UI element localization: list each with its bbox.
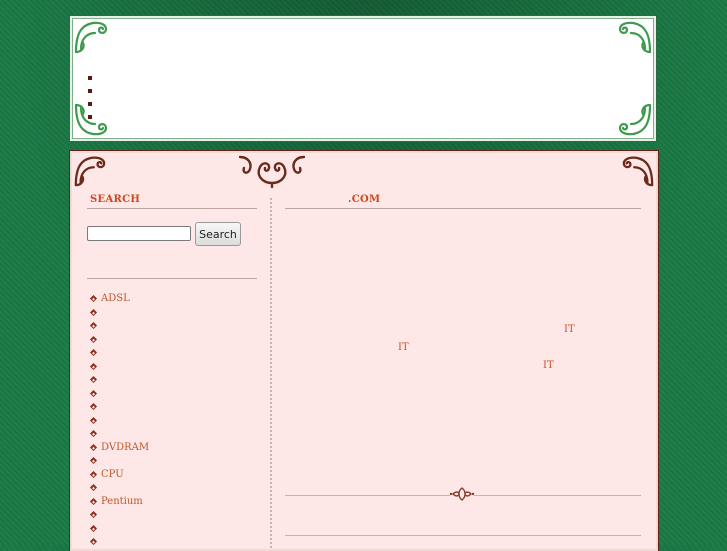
corner-ornament-icon (617, 102, 653, 138)
list-item[interactable] (89, 481, 149, 495)
diamond-bullet-icon (89, 375, 98, 384)
divider (87, 208, 257, 209)
diamond-bullet-icon (89, 456, 98, 465)
top-nav (88, 72, 128, 124)
list-item[interactable] (89, 400, 149, 414)
category-link[interactable]: Pentium (101, 496, 143, 507)
search-heading: SEARCH (90, 194, 141, 205)
list-item[interactable] (89, 373, 149, 387)
list-item[interactable] (89, 360, 149, 374)
list-item[interactable] (89, 508, 149, 522)
list-item[interactable]: DVDRAM (89, 441, 149, 455)
list-item[interactable] (89, 522, 149, 536)
search-button[interactable]: Search (195, 222, 241, 246)
diamond-bullet-icon (89, 537, 98, 546)
list-item[interactable] (89, 346, 149, 360)
diamond-bullet-icon (89, 483, 98, 492)
category-list: ADSL DVDRAM CPU Pentium (89, 292, 149, 549)
nav-item[interactable] (88, 85, 128, 98)
diamond-bullet-icon (89, 510, 98, 519)
diamond-bullet-icon (89, 429, 98, 438)
it-link[interactable]: IT (398, 342, 409, 353)
diamond-bullet-icon (89, 335, 98, 343)
diamond-bullet-icon (89, 362, 98, 370)
diamond-bullet-icon (89, 348, 98, 357)
divider (285, 208, 641, 209)
header-banner (69, 15, 657, 142)
it-link[interactable]: IT (543, 360, 554, 371)
list-item[interactable]: CPU (89, 468, 149, 482)
it-link[interactable]: IT (564, 324, 575, 335)
list-item[interactable] (89, 387, 149, 401)
nav-item[interactable] (88, 98, 128, 111)
corner-ornament-icon (73, 19, 109, 55)
content-panel: SEARCH Search ADSL DVDRAM CPU Pentium .C… (69, 150, 659, 551)
list-item[interactable]: Pentium (89, 495, 149, 509)
flourish-ornament-icon (448, 485, 476, 503)
divider (87, 278, 257, 279)
scroll-ornament-icon (238, 153, 306, 189)
list-item[interactable] (89, 427, 149, 441)
list-item[interactable] (89, 306, 149, 320)
diamond-bullet-icon (89, 497, 98, 505)
search-input[interactable] (87, 226, 191, 241)
list-item[interactable] (89, 319, 149, 333)
list-item[interactable] (89, 454, 149, 468)
diamond-bullet-icon (89, 443, 98, 451)
list-item[interactable] (89, 333, 149, 347)
column-divider (270, 198, 272, 548)
diamond-bullet-icon (89, 416, 98, 424)
list-item[interactable]: ADSL (89, 292, 149, 306)
corner-ornament-icon (617, 19, 653, 55)
diamond-bullet-icon (89, 402, 98, 411)
nav-item[interactable] (88, 111, 128, 124)
corner-ornament-icon (621, 154, 655, 188)
category-link[interactable]: CPU (101, 469, 124, 480)
divider (285, 535, 641, 536)
diamond-bullet-icon (89, 470, 98, 478)
category-link[interactable]: ADSL (101, 293, 130, 304)
category-link[interactable]: DVDRAM (101, 442, 149, 453)
post-title[interactable]: .COM (348, 194, 380, 205)
nav-item[interactable] (88, 72, 128, 85)
list-item[interactable] (89, 535, 149, 549)
diamond-bullet-icon (89, 524, 98, 532)
diamond-bullet-icon (89, 389, 98, 397)
diamond-bullet-icon (89, 321, 98, 330)
corner-ornament-icon (73, 154, 107, 188)
diamond-bullet-icon (89, 294, 98, 303)
list-item[interactable] (89, 414, 149, 428)
diamond-bullet-icon (89, 308, 98, 316)
